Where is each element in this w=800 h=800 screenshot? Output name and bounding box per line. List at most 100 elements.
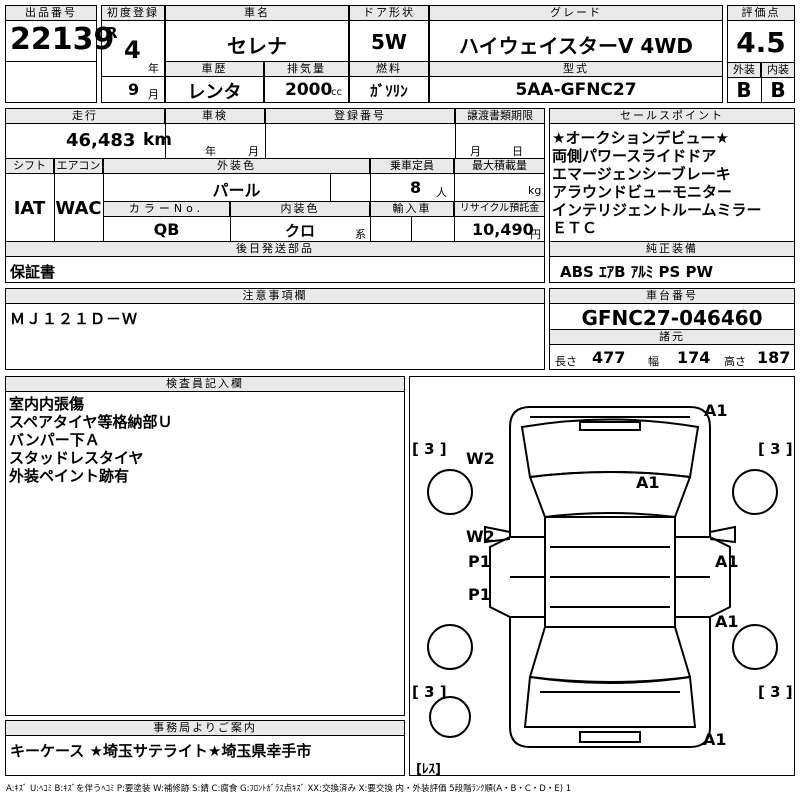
tire-bl: [ 3 ] [412,683,447,701]
model: 5AA-GFNC27 [515,80,637,100]
office-notice: キーケース ★埼玉サテライト★埼玉県幸手市 [10,742,312,760]
inspector-notes: 室内内張傷 スペアタイヤ等格納部Ｕ バンパー下Ａ スタッドレスタイヤ 外装ペイン… [9,395,173,485]
spare-tire [429,696,471,738]
wheel-fr [732,469,778,515]
sales-point: インテリジェントルームミラー [552,201,762,219]
width: 174 [677,348,711,367]
lot-no-blank [5,61,97,103]
windshield [528,471,692,519]
height: 187 [757,348,791,367]
transfer-month-unit: 月 [470,145,481,158]
divider [330,174,331,201]
int-color: クロ [284,222,315,240]
mark-w2-left: W2 [466,449,495,468]
max-load-label: 最大積載量 [454,158,545,174]
sales-points-label: セールスポイント [549,108,795,124]
hood [520,418,700,479]
tire-tl: [ 3 ] [412,440,447,458]
tire-br: [ 3 ] [758,683,793,701]
first-reg-label: 初度登録 [101,5,165,21]
height-label: 高さ [724,355,746,368]
shift: IAT [13,198,46,219]
displacement: 2000 [285,80,333,100]
capacity-unit: 人 [436,186,447,199]
notes-label: 注意事項欄 [5,288,545,304]
length-label: 長さ [555,355,577,368]
recycle-unit: 円 [530,228,541,241]
int-color-unit: 系 [355,228,366,241]
model-label: 型式 [429,61,723,77]
rear-plate [579,731,641,743]
car-name-label: 車名 [165,5,349,21]
chassis-number: GFNC27-046460 [581,306,763,330]
first-reg-month: 9 [128,80,140,99]
mark-p1-a: P1 [468,552,491,571]
mileage-unit: km [143,130,173,150]
era: R [106,24,118,42]
inspector-line: バンパー下Ａ [9,431,100,449]
sales-point: ★オークションデビュー★ [552,129,729,147]
score: 4.5 [736,26,786,59]
spare-tire-mark: [ﾚｽ] [416,762,441,777]
aircon-label: エアコン [54,158,103,174]
recycle: 10,490 [472,220,534,239]
door-label: ドア形状 [349,5,429,21]
month-unit: 月 [148,88,159,101]
mark-p1-b: P1 [468,585,491,604]
int-label: 内装 [761,62,795,78]
capacity-label: 乗車定員 [370,158,454,174]
sales-point: アラウンドビューモニター [552,183,733,201]
recycle-label: リサイクル預託金 [454,201,545,217]
damage-diagram-box: A1 A1 W2 W2 P1 P1 A1 A1 A1 [ 3 ] [ 3 ] [… [409,376,795,777]
mark-a1-roof: A1 [636,473,660,492]
transfer-label: 譲渡書類期限 [455,108,545,124]
displacement-unit: cc [331,87,342,98]
rear-glass [528,626,692,683]
fuel-label: 燃料 [349,61,429,77]
specs-label: 諸元 [549,329,795,345]
grade: ハイウェイスターV 4WD [458,34,694,58]
int-grade: B [770,78,786,102]
later-parts: 保証書 [10,263,56,281]
door-type: 5W [371,30,407,54]
inspector-line: 室内内張傷 [9,395,85,413]
ext-color-label: 外装色 [103,158,370,174]
mirror-right [709,525,736,544]
roof [544,516,676,628]
color-no-label: カラーNo. [103,201,230,217]
mark-w2-mid: W2 [466,527,495,546]
divider [411,217,412,242]
ext-label: 外装 [727,62,761,78]
shift-label: シフト [5,158,54,174]
roof-lines [550,546,670,608]
shaken-month-unit: 月 [248,145,259,158]
office-label: 事務局よりご案内 [5,720,405,736]
history-label: 車歴 [165,61,264,77]
inspector-line: スタッドレスタイヤ [9,449,144,467]
rear-bumper [523,675,697,728]
notes: ＭＪ１２１Ｄ－Ｗ [10,310,139,328]
lot-no-label: 出品番号 [5,5,97,21]
inspector-label: 検査員記入欄 [5,376,405,392]
legend-footer: A:ｷｽﾞ U:ﾍｺﾐ B:ｷｽﾞを伴うﾍｺﾐ P:要塗装 W:補修跡 S:錆 … [6,784,572,794]
genuine-equipment-label: 純正装備 [549,241,795,257]
mark-a1-right-a: A1 [715,552,739,571]
divider [101,76,165,77]
displacement-label: 排気量 [264,61,349,77]
color-no: QB [153,220,180,239]
reg-no-label: 登録番号 [265,108,455,124]
tire-tr: [ 3 ] [758,440,793,458]
mark-a1-top: A1 [704,401,728,420]
width-label: 幅 [648,355,659,368]
sales-points-list: ★オークションデビュー★ 両側パワースライドドア エマージェンシーブレーキ アラ… [552,129,762,237]
sales-point: エマージェンシーブレーキ [552,165,731,183]
sales-point: ＥＴＣ [552,219,598,237]
mileage: 46,483 [66,130,136,151]
grade-label: グレード [429,5,723,21]
mileage-label: 走行 [5,108,165,124]
int-color-label: 内装色 [230,201,370,217]
wheel-rl [427,624,473,670]
sales-point: 両側パワースライドドア [552,147,717,165]
car-name: セレナ [227,34,287,58]
inspector-line: スペアタイヤ等格納部Ｕ [9,413,173,431]
